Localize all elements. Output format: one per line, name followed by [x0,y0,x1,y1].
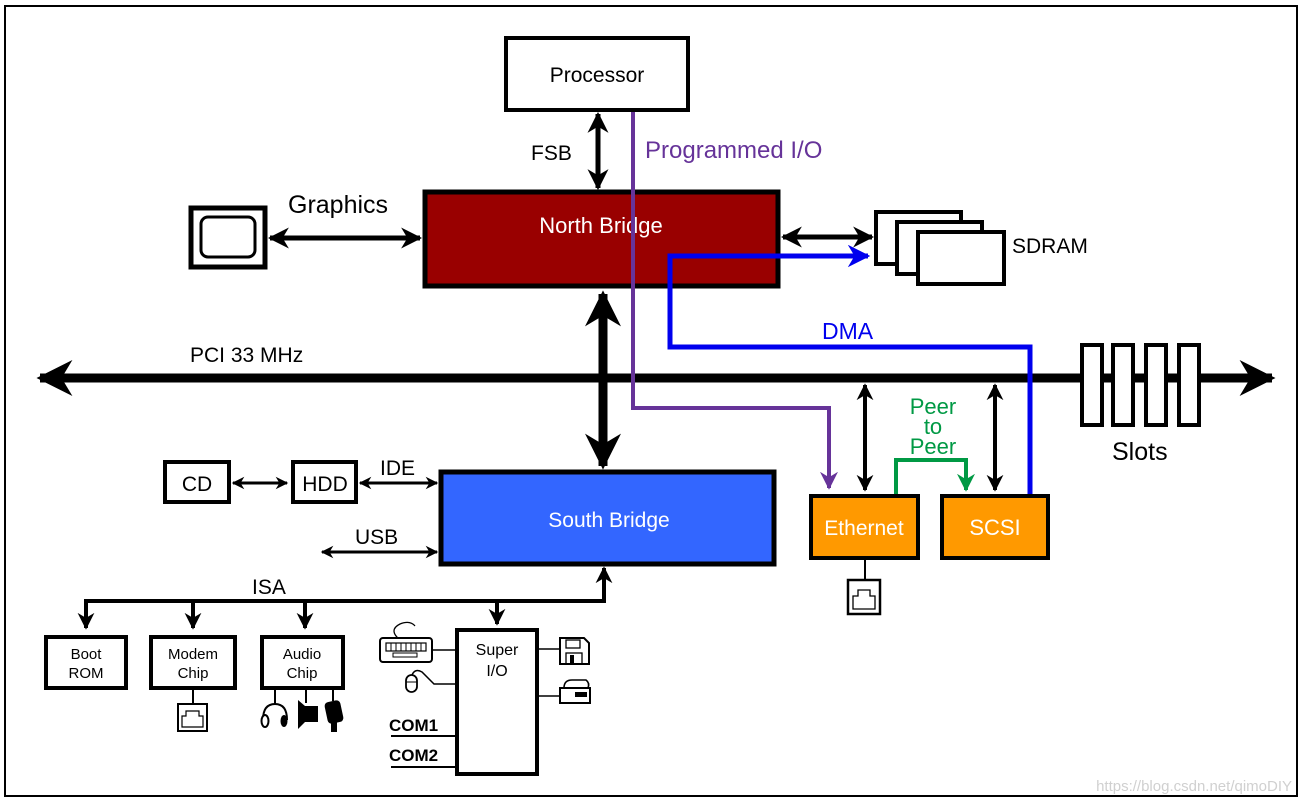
com2-label: COM2 [389,746,438,765]
programmed-io-label: Programmed I/O [645,137,822,164]
ide-label: IDE [380,457,415,480]
boot-rom-label-1: Boot [71,646,103,663]
ethernet-box[interactable]: Ethernet [809,494,920,560]
watermark: https://blog.csdn.net/qimoDIY [1096,778,1292,795]
super-io-label-1: Super [476,642,519,659]
slots-label: Slots [1112,438,1168,466]
audio-chip-label-2: Chip [287,665,318,682]
hdd-box[interactable]: HDD [291,460,358,504]
scsi-label: SCSI [969,515,1020,540]
processor-box[interactable]: Processor [504,36,690,112]
scsi-box[interactable]: SCSI [940,494,1050,560]
monitor-icon [188,205,268,270]
architecture-diagram: PCI 33 MHz Slots Processor FSB North Bri… [4,5,1298,797]
super-io-label-2: I/O [486,663,507,680]
south-bridge-box[interactable]: South Bridge [438,469,777,567]
boot-rom-box[interactable]: Boot ROM [44,635,128,690]
fsb-label: FSB [531,142,572,165]
cd-box[interactable]: CD [163,460,231,504]
cd-label: CD [182,473,212,496]
south-bridge-label: South Bridge [548,509,669,532]
modem-chip-label-2: Chip [178,665,209,682]
sdram-label: SDRAM [1012,235,1088,258]
super-io-box[interactable]: Super I/O [455,628,539,776]
north-bridge-box[interactable]: North Bridge [422,189,781,289]
audio-chip-box[interactable]: Audio Chip [260,635,345,690]
hdd-label: HDD [302,473,348,496]
processor-label: Processor [550,64,645,87]
isa-label: ISA [252,576,286,599]
peer-to-peer-label-3: Peer [910,434,956,459]
modem-chip-label-1: Modem [168,646,218,663]
graphics-label: Graphics [288,191,388,219]
usb-label: USB [355,526,398,549]
modem-chip-box[interactable]: Modem Chip [149,635,237,690]
north-bridge-label: North Bridge [539,213,663,238]
audio-chip-label-1: Audio [283,646,321,663]
dma-label: DMA [822,318,874,344]
boot-rom-label-2: ROM [69,665,104,682]
ethernet-label: Ethernet [824,517,904,540]
pci-bus-label: PCI 33 MHz [190,344,303,367]
com1-label: COM1 [389,716,438,735]
